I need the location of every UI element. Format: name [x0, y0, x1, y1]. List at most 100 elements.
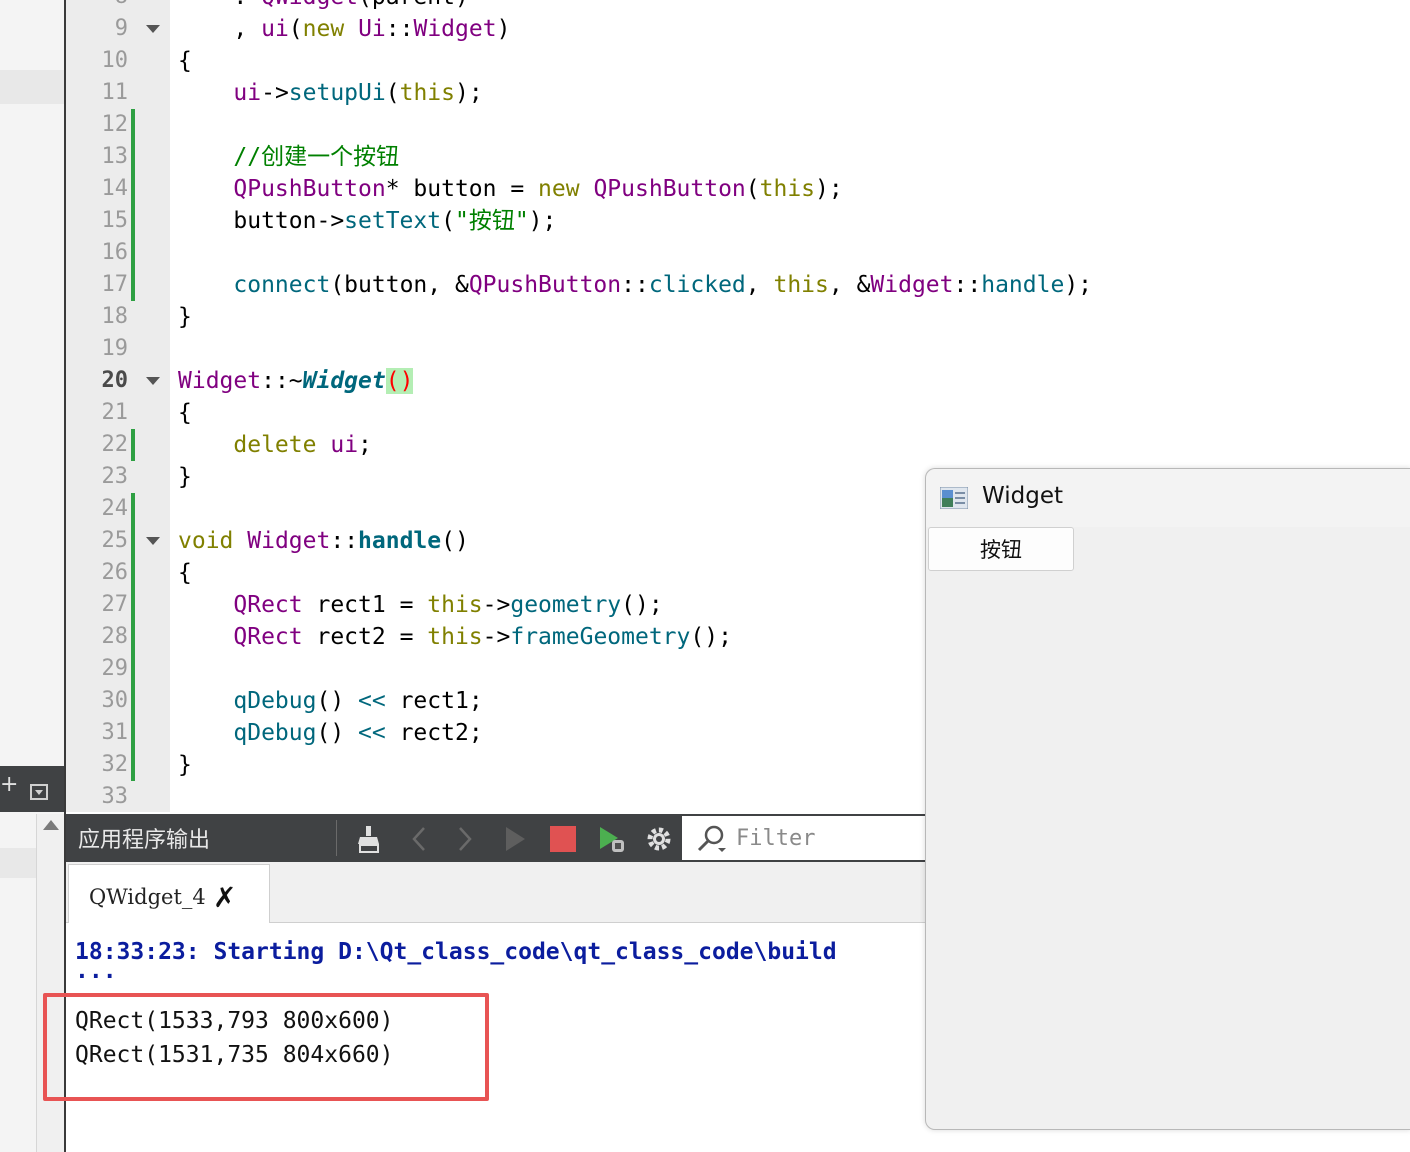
code-line: connect(button, &QPushButton::clicked, t… — [178, 269, 1092, 301]
code-token: ); — [1064, 272, 1093, 298]
code-token: :: — [330, 528, 359, 554]
code-line: button->setText("按钮"); — [178, 205, 556, 237]
scroll-up-arrow-icon[interactable] — [43, 820, 59, 830]
line-number: 28 — [101, 624, 129, 649]
line-number: 14 — [101, 176, 129, 201]
code-line: } — [178, 301, 192, 333]
settings-icon[interactable] — [644, 824, 674, 854]
line-number: 10 — [101, 48, 129, 73]
code-token: handle — [981, 272, 1065, 298]
code-token: ; — [358, 432, 372, 458]
code-token: geometry — [510, 592, 622, 618]
line-number: 26 — [101, 560, 129, 585]
code-token: QWidget — [261, 0, 358, 10]
change-marker — [131, 429, 135, 461]
code-token: ::~ — [261, 368, 303, 394]
code-line: QRect rect2 = this->frameGeometry(); — [178, 621, 732, 653]
code-token: this — [427, 624, 483, 650]
code-line: qDebug() << rect2; — [178, 717, 482, 749]
code-line: qDebug() << rect1; — [178, 685, 482, 717]
code-token: * button = — [385, 176, 539, 202]
code-token: () — [316, 688, 359, 714]
attach-debugger-icon[interactable] — [596, 824, 626, 854]
line-number: 19 — [101, 336, 129, 361]
sidebar-selected-row[interactable] — [0, 70, 64, 104]
code-token: QPushButton — [233, 176, 386, 202]
code-token: ui — [330, 432, 359, 458]
code-token: () — [385, 368, 414, 394]
code-token: clicked — [648, 272, 746, 298]
code-token: (); — [690, 624, 732, 650]
next-icon[interactable] — [450, 824, 480, 854]
code-line: { — [178, 557, 192, 589]
code-token: void — [178, 528, 234, 554]
stop-icon[interactable] — [548, 824, 578, 854]
code-token: ); — [815, 176, 843, 202]
code-token: ui — [233, 80, 262, 106]
code-token: ( — [385, 80, 400, 106]
code-token: Widget — [302, 368, 386, 394]
line-number: 30 — [101, 688, 129, 713]
widget-window: Widget 按钮 — [925, 468, 1410, 1130]
push-button[interactable]: 按钮 — [928, 527, 1074, 571]
output-line: 18:33:23: Starting D:\Qt_class_code\qt_c… — [75, 939, 837, 965]
code-token: () — [441, 528, 469, 554]
line-number: 8 — [66, 0, 128, 13]
run-icon[interactable] — [500, 824, 530, 854]
code-line: //创建一个按钮 — [178, 141, 399, 173]
code-token: ( — [288, 16, 303, 42]
sidebar-scrollbar[interactable] — [36, 814, 65, 1152]
collapse-panel-icon[interactable] — [30, 784, 48, 800]
fold-arrow-icon[interactable] — [146, 537, 160, 545]
code-token: frameGeometry — [510, 624, 691, 650]
code-line: { — [178, 397, 192, 429]
code-token: } — [178, 304, 192, 330]
code-token: << — [358, 688, 386, 714]
line-number: 9 — [114, 16, 128, 41]
code-token: ) — [496, 16, 511, 42]
code-token: } — [178, 752, 192, 778]
code-token: delete — [233, 432, 317, 458]
code-token: { — [178, 560, 192, 586]
code-token: qDebug — [233, 720, 317, 746]
line-number: 15 — [101, 208, 129, 233]
close-icon[interactable]: ✗ — [213, 881, 236, 914]
line-number: 16 — [101, 240, 129, 265]
fold-arrow-icon[interactable] — [146, 377, 160, 385]
code-token: QPushButton — [593, 176, 746, 202]
line-number: 32 — [101, 752, 129, 777]
line-number: 20 — [101, 368, 129, 393]
fold-arrow-icon[interactable] — [146, 25, 160, 33]
line-number: 21 — [101, 400, 129, 425]
code-token: qDebug — [233, 688, 317, 714]
sidebar-selected-row-lower[interactable] — [0, 848, 36, 878]
line-number: 25 — [101, 528, 129, 553]
clear-icon[interactable] — [354, 824, 384, 854]
code-line: } — [178, 749, 192, 781]
code-token: handle — [358, 528, 442, 554]
line-number: 11 — [101, 80, 129, 105]
tab-qwidget-4[interactable]: QWidget_4 ✗ — [68, 864, 270, 923]
code-token: } — [178, 464, 192, 490]
highlight-box — [43, 993, 489, 1101]
code-token: ); — [454, 80, 483, 106]
filter-input[interactable]: Filter — [682, 816, 926, 860]
line-number: 13 — [101, 144, 129, 169]
widget-title-bar[interactable]: Widget — [926, 469, 1410, 527]
add-icon[interactable]: + — [0, 772, 18, 797]
code-token: rect1 = — [302, 592, 428, 618]
line-number: 17 — [101, 272, 129, 297]
change-marker — [131, 493, 135, 781]
code-token: connect — [233, 272, 331, 298]
previous-icon[interactable] — [404, 824, 434, 854]
line-number: 33 — [101, 784, 129, 809]
filter-placeholder: Filter — [736, 826, 816, 851]
line-number: 12 — [101, 112, 129, 137]
code-token: (parent) — [358, 0, 469, 10]
code-token: new — [538, 176, 580, 202]
